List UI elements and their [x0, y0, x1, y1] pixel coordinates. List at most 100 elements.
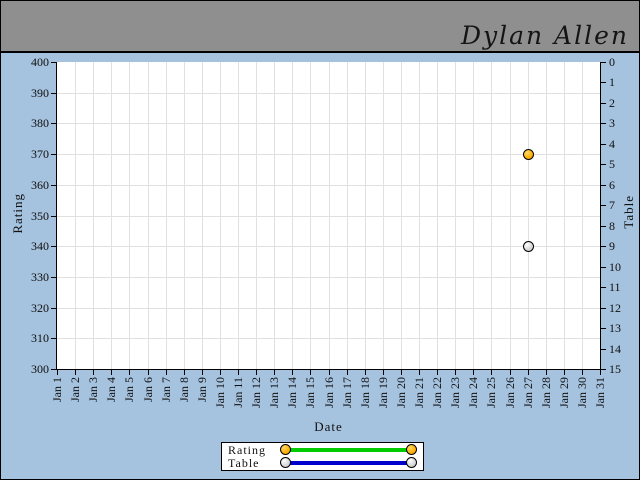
- left-tick: [51, 62, 56, 63]
- right-tick-label: 5: [609, 157, 615, 171]
- left-tick: [51, 308, 56, 309]
- right-tick: [601, 144, 606, 145]
- right-tick: [601, 369, 606, 370]
- x-tick-label: Jan 1: [50, 377, 64, 402]
- x-tick: [75, 370, 76, 375]
- right-tick-label: 14: [609, 342, 621, 356]
- left-tick: [51, 246, 56, 247]
- rating-data-point: [523, 149, 534, 160]
- x-tick-label: Jan 29: [557, 377, 571, 408]
- right-tick-label: 3: [609, 116, 615, 130]
- legend: Rating Table: [221, 442, 424, 471]
- x-tick: [57, 370, 58, 375]
- x-tick: [401, 370, 402, 375]
- x-tick-label: Jan 28: [539, 377, 553, 408]
- right-tick: [601, 246, 606, 247]
- x-tick-label: Jan 19: [376, 377, 390, 408]
- rating-line-sample: [285, 448, 412, 453]
- x-tick-label: Jan 23: [448, 377, 462, 408]
- x-tick-label: Jan 25: [484, 377, 498, 408]
- x-tick-label: Jan 2: [68, 377, 82, 402]
- x-tick-label: Jan 4: [104, 377, 118, 402]
- x-tick-label: Jan 16: [322, 377, 336, 408]
- right-tick: [601, 328, 606, 329]
- x-tick: [582, 370, 583, 375]
- gridline: [57, 308, 600, 309]
- right-tick-label: 12: [609, 301, 621, 315]
- left-tick-label: 340: [31, 239, 49, 253]
- legend-row-rating: Rating: [228, 444, 417, 456]
- x-tick: [455, 370, 456, 375]
- left-tick-label: 370: [31, 147, 49, 161]
- left-tick-label: 350: [31, 209, 49, 223]
- x-tick: [419, 370, 420, 375]
- right-tick: [601, 349, 606, 350]
- x-tick-label: Jan 11: [231, 377, 245, 408]
- x-tick: [111, 370, 112, 375]
- x-tick-label: Jan 21: [412, 377, 426, 408]
- right-tick-label: 10: [609, 260, 621, 274]
- x-tick-label: Jan 31: [593, 377, 607, 408]
- chart-region: Rating Table Date Rating Table Jan 1 Jan…: [1, 55, 639, 479]
- rating-chart-window: Dylan Allen Rating Table Date Rating Tab…: [0, 0, 640, 480]
- x-tick: [383, 370, 384, 375]
- x-tick: [274, 370, 275, 375]
- right-tick: [601, 103, 606, 104]
- left-tick: [51, 216, 56, 217]
- left-tick-label: 300: [31, 362, 49, 376]
- table-line-sample: [285, 460, 412, 465]
- x-tick-label: Jan 7: [159, 377, 173, 402]
- right-tick-label: 8: [609, 219, 615, 233]
- left-tick-label: 330: [31, 270, 49, 284]
- x-tick: [220, 370, 221, 375]
- x-tick-label: Jan 8: [177, 377, 191, 402]
- right-tick: [601, 267, 606, 268]
- x-tick-label: Jan 26: [503, 377, 517, 408]
- left-tick-label: 310: [31, 331, 49, 345]
- x-tick-label: Jan 3: [86, 377, 100, 402]
- left-tick-label: 390: [31, 86, 49, 100]
- right-tick: [601, 287, 606, 288]
- gridline: [57, 338, 600, 339]
- x-tick: [473, 370, 474, 375]
- left-tick-label: 360: [31, 178, 49, 192]
- chart-header: Dylan Allen: [1, 1, 639, 53]
- x-tick: [329, 370, 330, 375]
- x-tick-label: Jan 22: [430, 377, 444, 408]
- right-tick-label: 11: [609, 280, 621, 294]
- x-tick: [310, 370, 311, 375]
- x-tick: [546, 370, 547, 375]
- table-data-point: [523, 241, 534, 252]
- gridline: [57, 246, 600, 247]
- x-tick: [93, 370, 94, 375]
- table-marker-icon: [280, 456, 291, 468]
- x-tick-label: Jan 9: [195, 377, 209, 402]
- left-tick: [51, 93, 56, 94]
- x-tick: [129, 370, 130, 375]
- x-tick: [510, 370, 511, 375]
- x-tick-label: Jan 10: [213, 377, 227, 408]
- left-tick: [51, 338, 56, 339]
- right-tick: [601, 308, 606, 309]
- left-tick: [51, 154, 56, 155]
- right-tick-label: 9: [609, 239, 615, 253]
- x-tick-label: Jan 17: [340, 377, 354, 408]
- left-tick: [51, 123, 56, 124]
- x-tick: [365, 370, 366, 375]
- x-tick-label: Jan 27: [521, 377, 535, 408]
- rating-marker-icon: [280, 444, 291, 456]
- legend-sample-table: [280, 456, 417, 469]
- legend-sample-rating: [280, 444, 417, 456]
- x-tick: [238, 370, 239, 375]
- x-tick: [528, 370, 529, 375]
- x-tick-label: Jan 24: [466, 377, 480, 408]
- left-tick-label: 320: [31, 301, 49, 315]
- x-axis-title: Date: [314, 419, 343, 434]
- right-tick: [601, 82, 606, 83]
- right-tick-label: 15: [609, 362, 621, 376]
- legend-label-table: Table: [228, 455, 260, 470]
- right-tick: [601, 226, 606, 227]
- legend-row-table: Table: [228, 455, 417, 470]
- gridline: [57, 154, 600, 155]
- x-tick: [166, 370, 167, 375]
